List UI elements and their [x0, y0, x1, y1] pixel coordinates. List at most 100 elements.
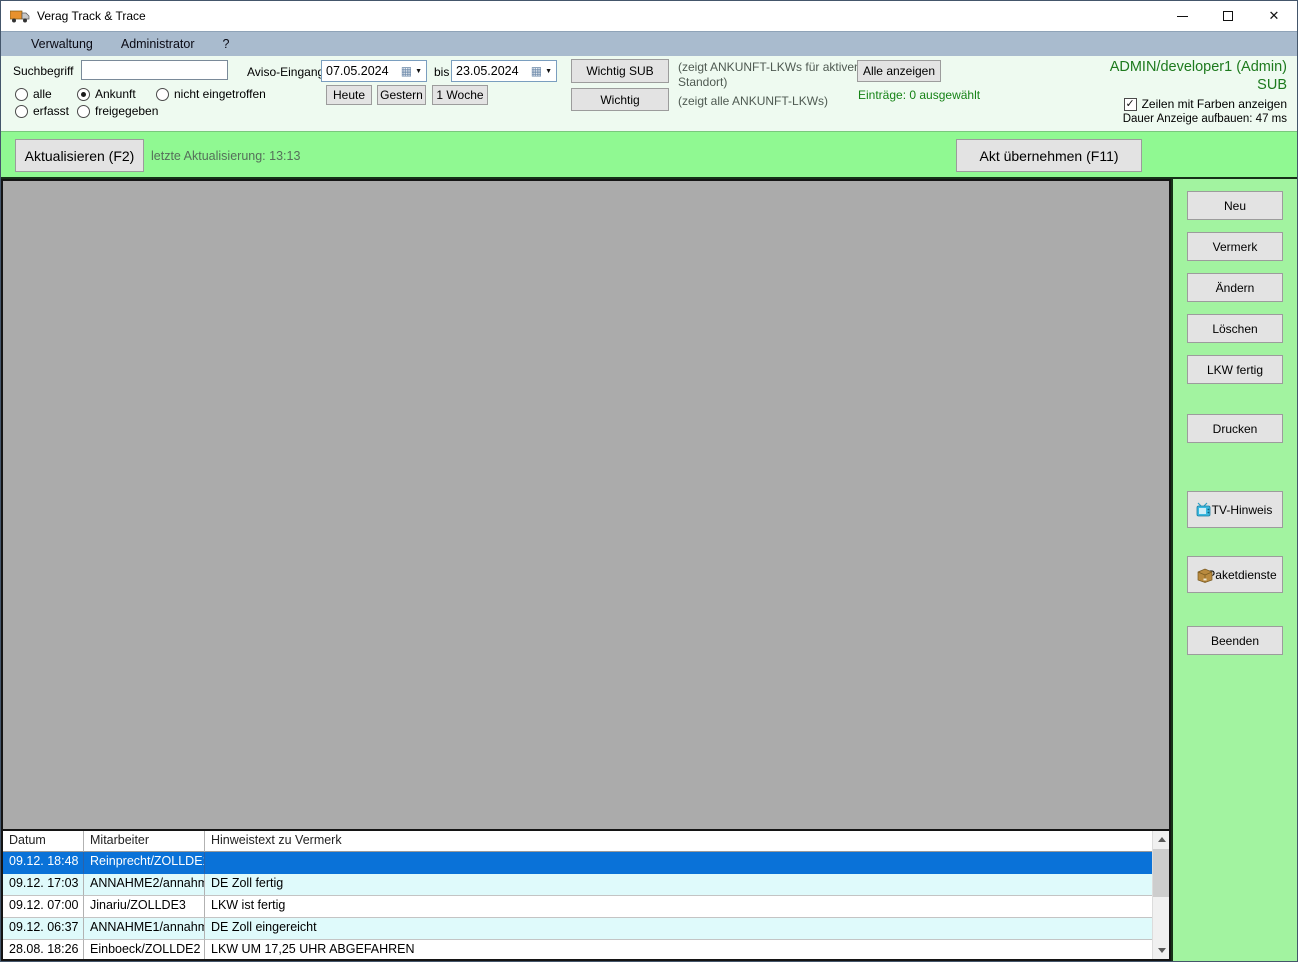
table-row[interactable]: 28.08. 18:26 Einboeck/ZOLLDE2 LKW UM 17,… [3, 940, 1169, 959]
akt-uebernehmen-button[interactable]: Akt übernehmen (F11) [956, 139, 1142, 172]
cell-datum: 09.12. 07:00 [3, 896, 84, 918]
cell-hinweis [205, 852, 1169, 874]
eine-woche-button[interactable]: 1 Woche [432, 85, 488, 105]
truck-icon [10, 10, 30, 23]
date-from-picker[interactable]: 07.05.2024 ▦ ▼ [321, 60, 427, 82]
paketdienste-button[interactable]: Paketdienste [1187, 556, 1283, 593]
action-bar: Aktualisieren (F2) letzte Aktualisierung… [1, 131, 1297, 179]
user-block: ADMIN/developer1 (Admin) SUB ✓ Zeilen mi… [1110, 58, 1287, 125]
tv-icon [1196, 502, 1211, 516]
table-row[interactable]: 09.12. 17:03 ANNAHME2/annahme2 DE Zoll f… [3, 874, 1169, 896]
cell-datum: 28.08. 18:26 [3, 940, 84, 959]
minimize-button[interactable] [1159, 1, 1205, 31]
bis-label: bis [434, 65, 450, 79]
rows-color-checkbox-row[interactable]: ✓ Zeilen mit Farben anzeigen [1110, 97, 1287, 111]
search-input[interactable] [81, 60, 228, 80]
radio-label: freigegeben [95, 104, 159, 118]
cell-hinweis: LKW ist fertig [205, 896, 1169, 918]
left-column: Datum Mitarbeiter Hinweistext zu Vermerk… [1, 179, 1173, 961]
user-name: ADMIN/developer1 (Admin) [1109, 59, 1287, 75]
maximize-button[interactable] [1205, 1, 1251, 31]
radio-circle [15, 104, 28, 118]
radio-ankunft[interactable]: Ankunft [77, 87, 136, 101]
vermerk-button[interactable]: Vermerk [1187, 232, 1283, 261]
paketdienste-label: Paketdienste [1207, 567, 1277, 582]
sidebar: Neu Vermerk Ändern Löschen LKW fertig Dr… [1173, 179, 1297, 961]
radio-nicht-eingetroffen[interactable]: nicht eingetroffen [156, 87, 266, 101]
aviso-eingang-label: Aviso-Eingang [247, 65, 325, 79]
menu-bar: Verwaltung Administrator ? [1, 31, 1297, 56]
calendar-icon: ▦ [530, 64, 543, 78]
radio-label: nicht eingetroffen [174, 87, 266, 101]
radio-alle[interactable]: alle [15, 87, 52, 101]
scroll-up-button[interactable] [1153, 831, 1169, 848]
cell-mitarbeiter: ANNAHME1/annahme1 [84, 918, 205, 940]
cell-hinweis: DE Zoll eingereicht [205, 918, 1169, 940]
filter-panel: Suchbegriff alle Ankunft nicht eingetrof… [1, 56, 1297, 131]
title-bar: Verag Track & Trace ✕ [1, 1, 1297, 31]
gestern-button[interactable]: Gestern [377, 85, 426, 105]
cell-datum: 09.12. 17:03 [3, 874, 84, 896]
scroll-down-icon [1157, 948, 1166, 953]
search-label: Suchbegriff [13, 64, 74, 78]
table-row[interactable]: 09.12. 06:37 ANNAHME1/annahme1 DE Zoll e… [3, 918, 1169, 940]
scroll-up-icon [1157, 837, 1166, 842]
cell-mitarbeiter: ANNAHME2/annahme2 [84, 874, 205, 896]
chevron-down-icon: ▼ [545, 67, 552, 75]
cell-mitarbeiter: Jinariu/ZOLLDE3 [84, 896, 205, 918]
close-icon: ✕ [1268, 8, 1280, 23]
close-button[interactable]: ✕ [1251, 1, 1297, 31]
app-window: Verag Track & Trace ✕ Verwaltung Adminis… [0, 0, 1298, 962]
wichtig-sub-hint: (zeigt ANKUNFT-LKWs für aktiven Standort… [678, 60, 861, 89]
alle-anzeigen-button[interactable]: Alle anzeigen [857, 60, 941, 82]
cell-mitarbeiter: Reinprecht/ZOLLDE1 [84, 852, 205, 874]
table-row[interactable]: 09.12. 07:00 Jinariu/ZOLLDE3 LKW ist fer… [3, 896, 1169, 918]
radio-freigegeben[interactable]: freigegeben [77, 104, 158, 118]
radio-circle [77, 87, 90, 101]
tv-hinweis-button[interactable]: TV-Hinweis [1187, 491, 1283, 528]
menu-help[interactable]: ? [209, 33, 244, 55]
entries-status: Einträge: 0 ausgewählt [858, 88, 981, 102]
loeschen-button[interactable]: Löschen [1187, 314, 1283, 343]
user-site: SUB [1257, 77, 1287, 93]
radio-label: erfasst [33, 104, 70, 118]
date-to-picker[interactable]: 23.05.2024 ▦ ▼ [451, 60, 557, 82]
heute-button[interactable]: Heute [326, 85, 372, 105]
drucken-button[interactable]: Drucken [1187, 414, 1283, 443]
calendar-icon: ▦ [400, 64, 413, 78]
wichtig-button[interactable]: Wichtig [571, 88, 669, 111]
cell-hinweis: LKW UM 17,25 UHR ABGEFAHREN [205, 940, 1169, 959]
radio-circle [77, 104, 90, 118]
scrollbar-thumb[interactable] [1153, 849, 1169, 897]
scroll-down-button[interactable] [1153, 942, 1169, 959]
column-header-mitarbeiter[interactable]: Mitarbeiter [84, 831, 205, 852]
column-header-hinweistext[interactable]: Hinweistext zu Vermerk [205, 831, 1169, 852]
radio-circle [156, 87, 169, 101]
wichtig-sub-button[interactable]: Wichtig SUB [571, 59, 669, 83]
date-to-value: 23.05.2024 [456, 64, 519, 78]
radio-label: alle [33, 87, 52, 101]
main-grid-area[interactable] [1, 179, 1171, 829]
tv-hinweis-label: TV-Hinweis [1211, 502, 1273, 517]
package-icon [1197, 568, 1213, 583]
maximize-icon [1223, 11, 1233, 21]
aendern-button[interactable]: Ändern [1187, 273, 1283, 302]
neu-button[interactable]: Neu [1187, 191, 1283, 220]
checkbox-checked-icon[interactable]: ✓ [1123, 97, 1137, 111]
rows-color-checkbox-label: Zeilen mit Farben anzeigen [1141, 97, 1287, 111]
menu-administrator[interactable]: Administrator [107, 33, 209, 55]
menu-verwaltung[interactable]: Verwaltung [17, 33, 107, 55]
cell-mitarbeiter: Einboeck/ZOLLDE2 [84, 940, 205, 959]
table-row[interactable]: 09.12. 18:48 Reinprecht/ZOLLDE1 [3, 852, 1169, 874]
chevron-down-icon: ▼ [415, 67, 422, 75]
last-refresh-text: letzte Aktualisierung: 13:13 [151, 149, 301, 163]
radio-erfasst[interactable]: erfasst [15, 104, 69, 118]
date-from-value: 07.05.2024 [326, 64, 389, 78]
vermerk-table: Datum Mitarbeiter Hinweistext zu Vermerk… [1, 829, 1171, 961]
lkw-fertig-button[interactable]: LKW fertig [1187, 355, 1283, 384]
table-scrollbar[interactable] [1152, 831, 1169, 959]
column-header-datum[interactable]: Datum [3, 831, 84, 852]
beenden-button[interactable]: Beenden [1187, 626, 1283, 655]
aktualisieren-button[interactable]: Aktualisieren (F2) [15, 139, 144, 172]
content-area: Datum Mitarbeiter Hinweistext zu Vermerk… [1, 179, 1297, 961]
